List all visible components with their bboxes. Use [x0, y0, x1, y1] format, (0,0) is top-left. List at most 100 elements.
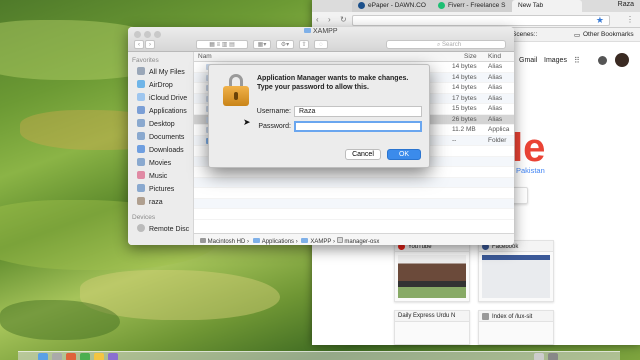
sidebar-item-icloud-drive[interactable]: iCloud Drive [128, 92, 193, 105]
notifications-icon[interactable] [598, 56, 607, 65]
path-xampp[interactable]: XAMPP [310, 239, 331, 245]
password-field[interactable] [294, 121, 422, 132]
gmail-link[interactable]: Gmail [519, 57, 537, 64]
view-mode-control[interactable]: ▦ ≡ ▥ ▤ [196, 40, 248, 49]
bookmark-scenes[interactable]: Scenes:: [512, 31, 537, 38]
address-bar[interactable] [352, 15, 610, 26]
sidebar-item-music[interactable]: Music [128, 170, 193, 183]
path-applications[interactable]: Applications [262, 239, 294, 245]
dock-app-icon[interactable] [80, 353, 90, 360]
lock-icon [223, 74, 249, 106]
sidebar-item-desktop[interactable]: Desktop [128, 118, 193, 131]
airdrop-icon [137, 80, 145, 88]
sidebar-item-label: Applications [149, 108, 187, 115]
sidebar-item-documents[interactable]: Documents [128, 131, 193, 144]
dock-app-icon[interactable] [52, 353, 62, 360]
tab-bar: ePaper - DAWN.CO Fiverr - Freelance S Ne… [312, 0, 640, 12]
home-icon [137, 197, 145, 205]
sidebar-item-downloads[interactable]: Downloads [128, 144, 193, 157]
tab-label: ePaper - DAWN.CO [368, 2, 426, 10]
auth-dialog: Application Manager wants to make change… [208, 64, 430, 168]
column-kind[interactable]: Kind [488, 53, 501, 60]
sidebar-item-all-my-files[interactable]: All My Files [128, 66, 193, 79]
profile-name[interactable]: Raza [618, 1, 634, 8]
finder-titlebar: XAMPP ‹ › ▦ ≡ ▥ ▤ ▦▾ ⚙▾ ⇧ ◌ ⌕ Search [128, 27, 514, 52]
file-kind: Alias [488, 84, 503, 91]
cancel-button[interactable]: Cancel [345, 149, 381, 160]
tab-label: Fiverr - Freelance S [448, 2, 506, 10]
ok-button[interactable]: OK [387, 149, 421, 160]
sidebar-item-label: Music [149, 173, 168, 180]
forward-button[interactable]: › [145, 40, 155, 49]
finder-sidebar: Favorites All My Files AirDrop iCloud Driv… [128, 52, 194, 245]
file-size: 14 bytes [452, 73, 477, 81]
other-bookmarks[interactable]: Other Bookmarks [583, 31, 634, 38]
bookmark-star-icon[interactable]: ★ [596, 15, 604, 26]
menu-icon[interactable]: ⋮ [626, 15, 634, 24]
gear-icon[interactable]: ⚙▾ [276, 40, 294, 49]
column-size[interactable]: Size [464, 53, 477, 60]
minimize-icon[interactable] [144, 31, 151, 38]
forward-icon[interactable]: › [328, 15, 331, 24]
tile-daily-express[interactable]: Daily Express Urdu N [394, 310, 470, 345]
dock-app-icon[interactable] [66, 353, 76, 360]
dialog-message: Application Manager wants to make change… [257, 75, 409, 91]
sidebar-item-pictures[interactable]: Pictures [128, 183, 193, 196]
sidebar-item-movies[interactable]: Movies [128, 157, 193, 170]
empty-row [194, 209, 514, 220]
pictures-icon [137, 184, 145, 192]
tag-icon[interactable]: ◌ [314, 40, 328, 49]
sidebar-item-label: Movies [149, 160, 172, 167]
reload-icon[interactable]: ↻ [340, 15, 347, 24]
back-icon[interactable]: ‹ [316, 15, 319, 24]
sidebar-item-airdrop[interactable]: AirDrop [128, 79, 193, 92]
file-size: 11.2 MB [452, 126, 476, 133]
path-macintosh-hd[interactable]: Macintosh HD [208, 239, 246, 245]
dock-app-icon[interactable] [108, 353, 118, 360]
sidebar-item-raza[interactable]: raza [128, 196, 193, 209]
sidebar-item-label: Downloads [149, 147, 184, 154]
tile-youtube[interactable]: YouTube [394, 240, 470, 302]
sidebar-item-remote-disc[interactable]: Remote Disc [128, 223, 193, 236]
all-files-icon [137, 67, 145, 75]
username-field[interactable] [294, 106, 422, 117]
sidebar-item-label: Documents [149, 134, 185, 141]
empty-row [194, 177, 514, 188]
movies-icon [137, 158, 145, 166]
column-name[interactable]: Nam [198, 53, 212, 60]
tile-title: Daily Express Urdu N [398, 313, 456, 319]
back-button[interactable]: ‹ [134, 40, 144, 49]
file-size: 15 bytes [452, 105, 477, 112]
tab-new-tab[interactable]: New Tab [512, 0, 582, 12]
share-icon[interactable]: ⇧ [299, 40, 309, 49]
path-manager-osx[interactable]: manager-osx [344, 239, 379, 245]
fiverr-favicon-icon [438, 2, 445, 9]
trash-icon[interactable] [548, 353, 558, 360]
favorites-header: Favorites [132, 57, 159, 64]
documents-icon [137, 132, 145, 140]
tab-fiverr[interactable]: Fiverr - Freelance S [432, 0, 520, 12]
tile-thumbnail [482, 255, 550, 298]
disc-icon [137, 224, 145, 232]
google-logo: le [512, 126, 546, 170]
sidebar-item-applications[interactable]: Applications [128, 105, 193, 118]
images-link[interactable]: Images [544, 57, 567, 64]
apps-grid-icon[interactable]: ⠿ [574, 56, 580, 65]
avatar[interactable] [615, 53, 629, 67]
arrange-button[interactable]: ▦▾ [253, 40, 271, 49]
tab-dawn[interactable]: ePaper - DAWN.CO [352, 0, 440, 12]
tile-facebook[interactable]: Facebook [478, 240, 554, 302]
sidebar-item-label: Pictures [149, 186, 175, 193]
devices-header: Devices [132, 214, 156, 221]
empty-row [194, 188, 514, 199]
zoom-icon[interactable] [154, 31, 161, 38]
close-icon[interactable] [134, 31, 141, 38]
tile-index-lux-sit[interactable]: Index of /lux-sit [478, 310, 554, 345]
dock-app-icon[interactable] [94, 353, 104, 360]
dawn-favicon-icon [358, 2, 365, 9]
mouse-cursor: ➤ [243, 117, 251, 127]
finder-search-input[interactable]: ⌕ Search [386, 40, 506, 49]
dock-app-icon[interactable] [38, 353, 48, 360]
dock-app-icon[interactable] [534, 353, 544, 360]
file-size: 14 bytes [452, 84, 477, 91]
